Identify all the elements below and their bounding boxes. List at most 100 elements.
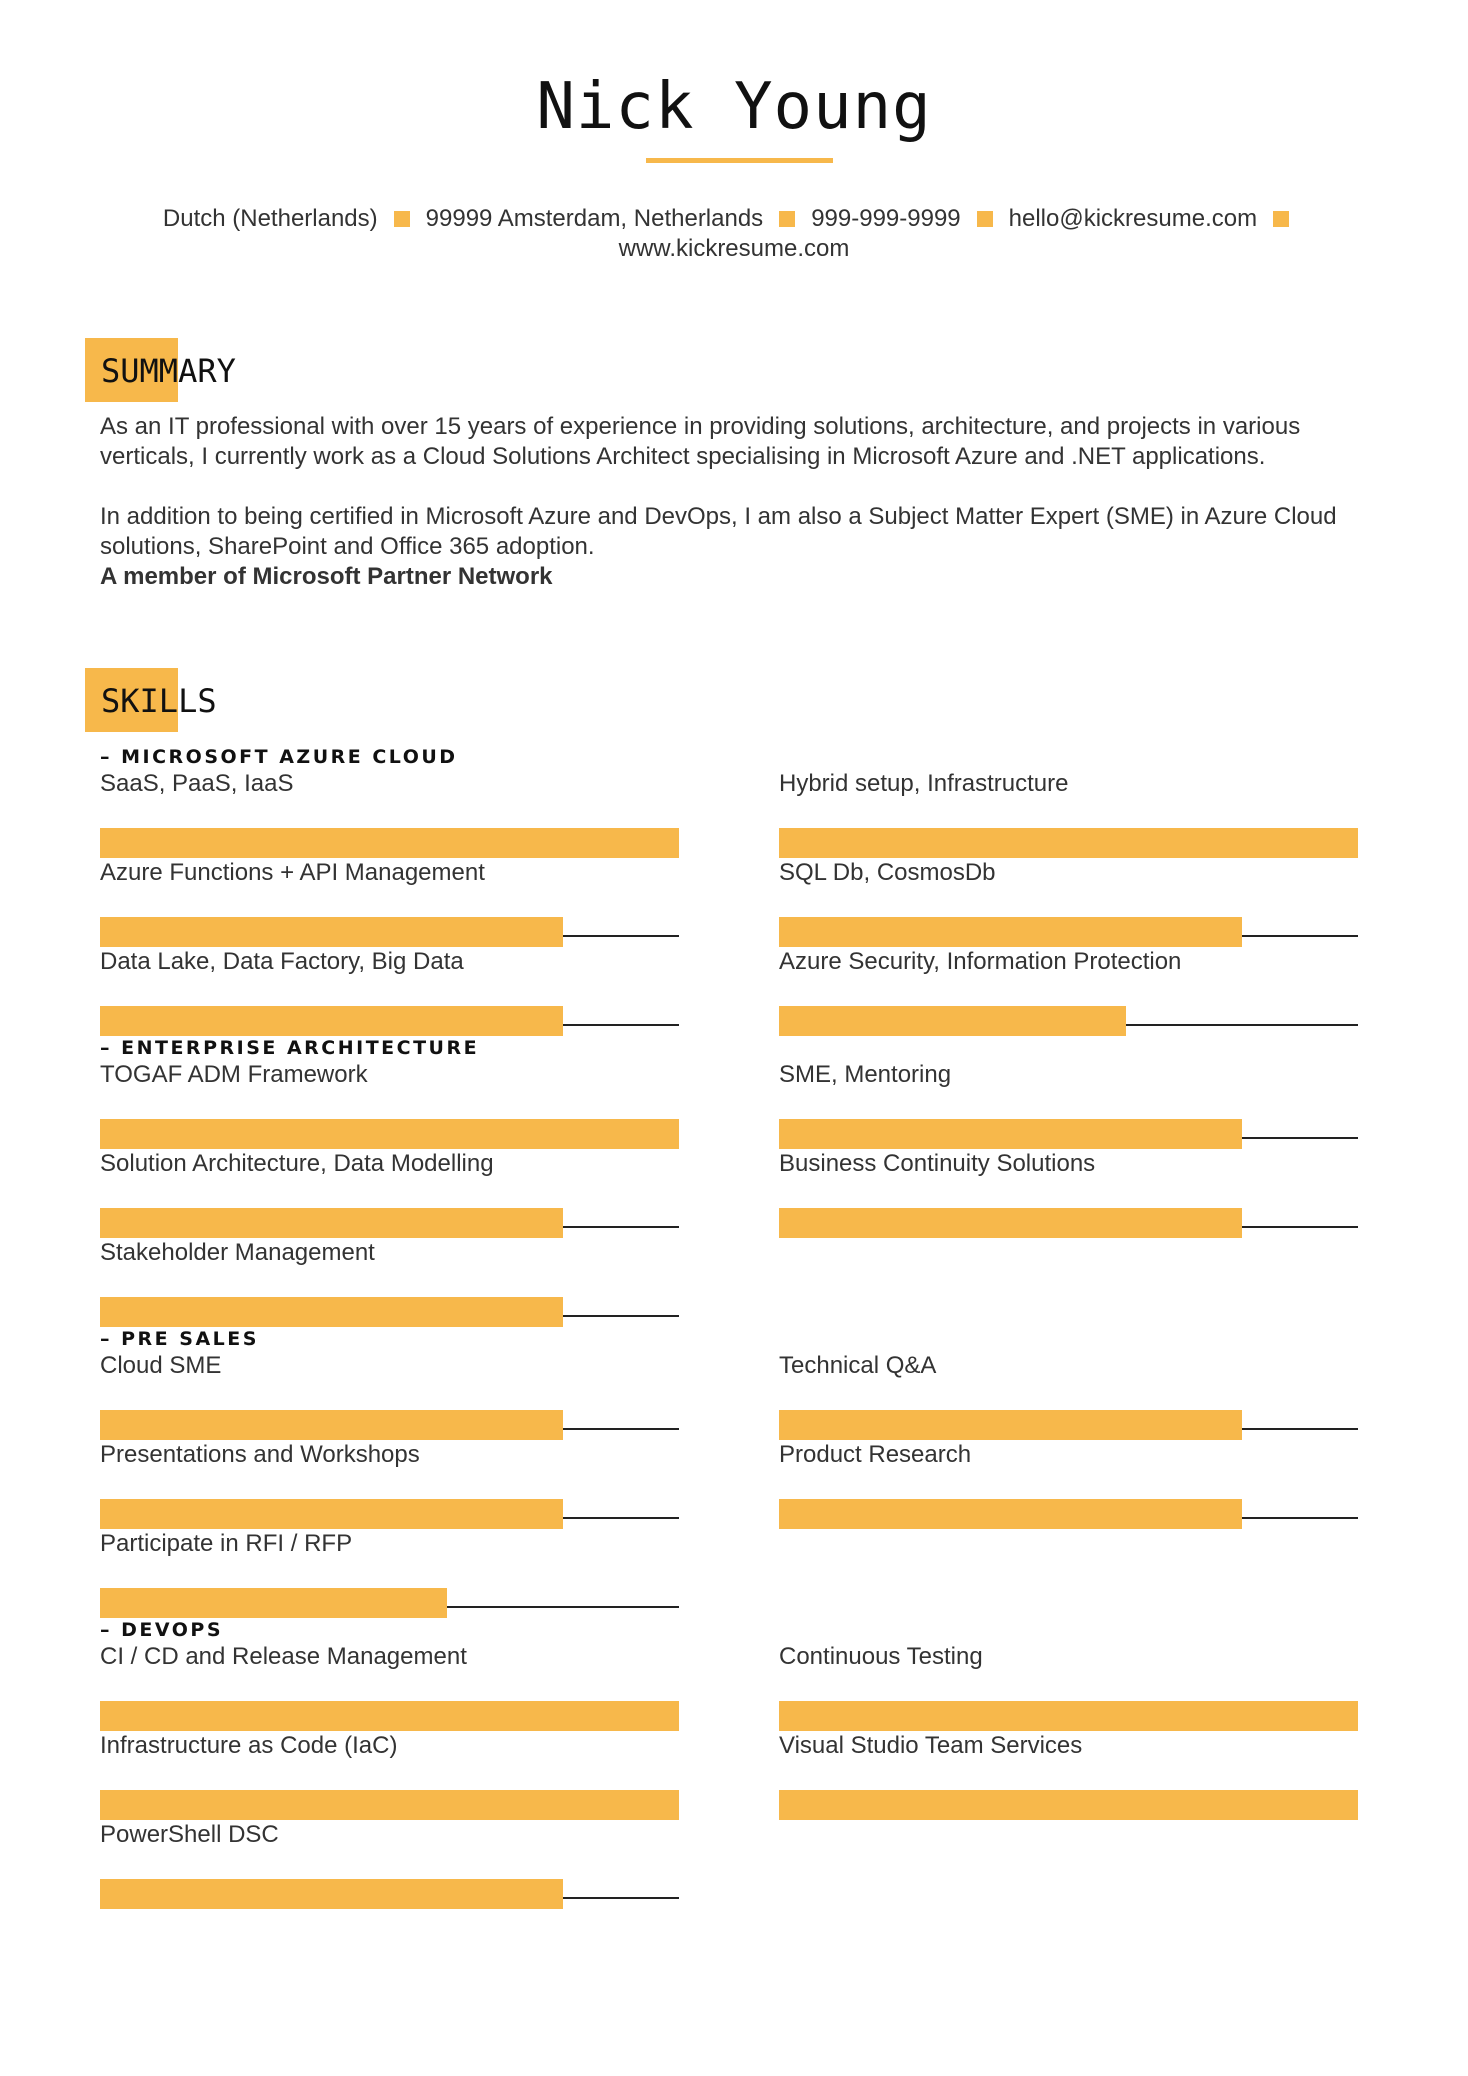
skill-item: Infrastructure as Code (IaC) bbox=[100, 1731, 679, 1820]
skill-level-fill bbox=[779, 1208, 1243, 1238]
skill-level-fill bbox=[100, 1006, 564, 1036]
skill-item: PowerShell DSC bbox=[100, 1820, 679, 1909]
skill-level-fill bbox=[100, 1410, 564, 1440]
skill-item: Hybrid setup, Infrastructure bbox=[779, 769, 1358, 858]
skill-level-fill bbox=[779, 828, 1358, 858]
skill-group-title: – PRE SALES bbox=[100, 1328, 259, 1350]
square-bullet-icon bbox=[393, 211, 410, 227]
candidate-name: Nick Young bbox=[536, 70, 932, 144]
skill-label: Cloud SME bbox=[100, 1352, 222, 1379]
skill-label: Presentations and Workshops bbox=[100, 1441, 420, 1468]
skill-level-bar bbox=[100, 1790, 679, 1820]
skill-level-bar bbox=[779, 828, 1358, 858]
summary-paragraph: As an IT professional with over 15 years… bbox=[100, 413, 1301, 470]
square-bullet-icon bbox=[1273, 211, 1290, 227]
skill-group-grid: CI / CD and Release Management Continuous… bbox=[100, 1642, 1358, 1909]
skill-group-title: – ENTERPRISE ARCHITECTURE bbox=[100, 1037, 480, 1059]
contact-nationality: Dutch (Netherlands) bbox=[162, 205, 378, 232]
skill-level-bar bbox=[779, 1701, 1358, 1731]
name-underline bbox=[646, 158, 833, 163]
skill-label: Participate in RFI / RFP bbox=[100, 1530, 353, 1557]
skill-label: SME, Mentoring bbox=[779, 1061, 952, 1088]
skill-item: Solution Architecture, Data Modelling bbox=[100, 1149, 679, 1238]
skill-item: Technical Q&A bbox=[779, 1351, 1358, 1440]
skill-label: Business Continuity Solutions bbox=[779, 1150, 1096, 1177]
skill-label: Visual Studio Team Services bbox=[779, 1732, 1083, 1759]
skill-level-fill bbox=[100, 1297, 564, 1327]
skill-label: CI / CD and Release Management bbox=[100, 1643, 467, 1670]
skill-item: Presentations and Workshops bbox=[100, 1440, 679, 1529]
skill-item: Continuous Testing bbox=[779, 1642, 1358, 1731]
skill-item: SaaS, PaaS, IaaS bbox=[100, 769, 679, 858]
skill-level-bar bbox=[100, 1499, 679, 1529]
skills-list: – MICROSOFT AZURE CLOUD SaaS, PaaS, IaaS H… bbox=[100, 745, 1358, 1909]
skills-title: SKILLS bbox=[101, 682, 217, 720]
summary-highlight: A member of Microsoft Partner Network bbox=[100, 563, 553, 590]
skill-level-bar bbox=[779, 917, 1358, 947]
skill-label: Continuous Testing bbox=[779, 1643, 983, 1670]
skill-group-title: – DEVOPS bbox=[100, 1619, 223, 1641]
skill-level-bar bbox=[779, 1208, 1358, 1238]
skill-item: SQL Db, CosmosDb bbox=[779, 858, 1358, 947]
skill-level-bar bbox=[779, 1119, 1358, 1149]
skill-level-fill bbox=[779, 1701, 1358, 1731]
skill-item: CI / CD and Release Management bbox=[100, 1642, 679, 1731]
skill-level-bar bbox=[100, 1588, 679, 1618]
contact-info: Dutch (Netherlands) 99999 Amsterdam, Neth… bbox=[100, 204, 1368, 264]
skill-level-bar bbox=[779, 1790, 1358, 1820]
skill-level-fill bbox=[100, 1701, 679, 1731]
skill-item: Visual Studio Team Services bbox=[779, 1731, 1358, 1820]
contact-address: 99999 Amsterdam, Netherlands bbox=[425, 205, 764, 232]
skill-level-fill bbox=[779, 1119, 1243, 1149]
skill-label: Product Research bbox=[779, 1441, 972, 1468]
summary-paragraph: In addition to being certified in Micros… bbox=[100, 503, 1337, 560]
skill-item: SME, Mentoring bbox=[779, 1060, 1358, 1149]
skill-item: Stakeholder Management bbox=[100, 1238, 679, 1327]
skill-level-fill bbox=[779, 1499, 1243, 1529]
summary-text: As an IT professional with over 15 years… bbox=[100, 412, 1370, 592]
skill-label: TOGAF ADM Framework bbox=[100, 1061, 368, 1088]
skill-label: Technical Q&A bbox=[779, 1352, 937, 1379]
skill-level-fill bbox=[100, 1208, 564, 1238]
contact-website[interactable]: www.kickresume.com bbox=[619, 235, 850, 262]
skill-label: SQL Db, CosmosDb bbox=[779, 859, 996, 886]
skill-level-fill bbox=[100, 1499, 564, 1529]
skill-item: Business Continuity Solutions bbox=[779, 1149, 1358, 1238]
skill-label: Infrastructure as Code (IaC) bbox=[100, 1732, 398, 1759]
square-bullet-icon bbox=[976, 211, 993, 227]
skill-level-bar bbox=[100, 1701, 679, 1731]
skill-label: Azure Security, Information Protection bbox=[779, 948, 1182, 975]
skill-level-fill bbox=[779, 1006, 1127, 1036]
contact-email[interactable]: hello@kickresume.com bbox=[1009, 205, 1257, 232]
skill-item: Product Research bbox=[779, 1440, 1358, 1529]
skill-group-grid: Cloud SME Technical Q&A Presentations and … bbox=[100, 1351, 1358, 1618]
skill-label: Data Lake, Data Factory, Big Data bbox=[100, 948, 464, 975]
skill-item: Cloud SME bbox=[100, 1351, 679, 1440]
skill-level-fill bbox=[100, 828, 679, 858]
skill-level-bar bbox=[100, 1208, 679, 1238]
skill-item: TOGAF ADM Framework bbox=[100, 1060, 679, 1149]
skill-label: Hybrid setup, Infrastructure bbox=[779, 770, 1069, 797]
skill-level-bar bbox=[779, 1499, 1358, 1529]
skill-level-fill bbox=[100, 1879, 564, 1909]
skill-group-grid: SaaS, PaaS, IaaS Hybrid setup, Infrastruc… bbox=[100, 769, 1358, 1036]
skill-label: Solution Architecture, Data Modelling bbox=[100, 1150, 494, 1177]
skill-level-bar bbox=[100, 828, 679, 858]
skill-item: Azure Security, Information Protection bbox=[779, 947, 1358, 1036]
summary-title: SUMMARY bbox=[101, 352, 236, 390]
skill-level-fill bbox=[779, 1790, 1358, 1820]
skill-label: Stakeholder Management bbox=[100, 1239, 375, 1266]
contact-phone: 999-999-9999 bbox=[811, 205, 961, 232]
skill-level-fill bbox=[100, 1588, 448, 1618]
skill-group-title: – MICROSOFT AZURE CLOUD bbox=[100, 746, 458, 768]
skill-level-bar bbox=[100, 1879, 679, 1909]
skill-item: Participate in RFI / RFP bbox=[100, 1529, 679, 1618]
skill-level-fill bbox=[100, 1790, 679, 1820]
skill-label: Azure Functions + API Management bbox=[100, 859, 485, 886]
square-bullet-icon bbox=[779, 211, 796, 227]
skill-item: Azure Functions + API Management bbox=[100, 858, 679, 947]
skill-level-bar bbox=[100, 1410, 679, 1440]
skill-level-bar bbox=[100, 1297, 679, 1327]
skill-level-fill bbox=[779, 1410, 1243, 1440]
skill-level-fill bbox=[779, 917, 1243, 947]
